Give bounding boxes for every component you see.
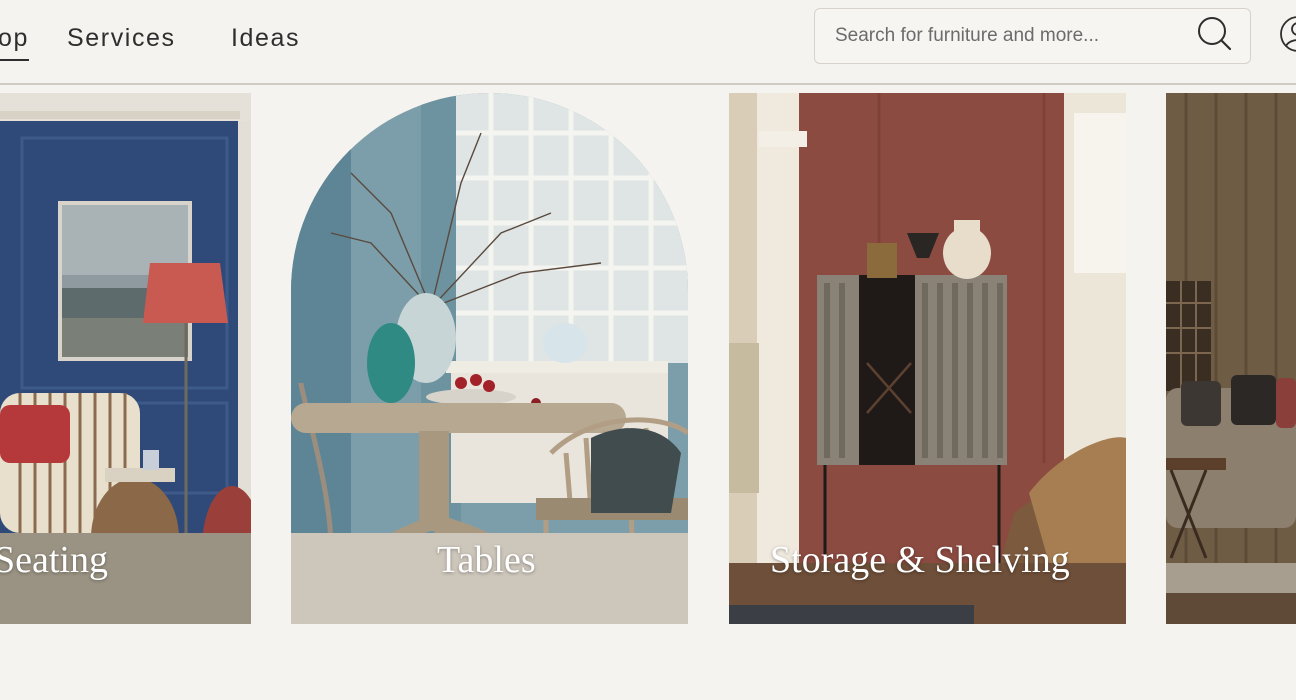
category-card-seating[interactable]: Seating — [0, 93, 251, 624]
nav-link-services[interactable]: Services — [67, 24, 176, 53]
living-room-image — [1166, 93, 1296, 624]
category-card-living-room[interactable] — [1166, 93, 1296, 624]
user-account-icon[interactable] — [1278, 14, 1296, 54]
category-label: Tables — [437, 539, 536, 581]
category-card-tables[interactable]: Tables — [291, 93, 688, 624]
search-box — [814, 8, 1251, 64]
nav-link-shop[interactable]: op — [0, 24, 30, 61]
search-input[interactable] — [835, 21, 1175, 51]
category-label: Storage & Shelving — [770, 539, 1070, 581]
search-icon[interactable] — [1194, 14, 1234, 54]
category-card-storage-shelving[interactable]: Storage & Shelving — [729, 93, 1126, 624]
top-navigation: op Services Ideas — [0, 0, 1296, 85]
nav-link-ideas[interactable]: Ideas — [231, 24, 300, 53]
category-label: Seating — [0, 539, 108, 581]
